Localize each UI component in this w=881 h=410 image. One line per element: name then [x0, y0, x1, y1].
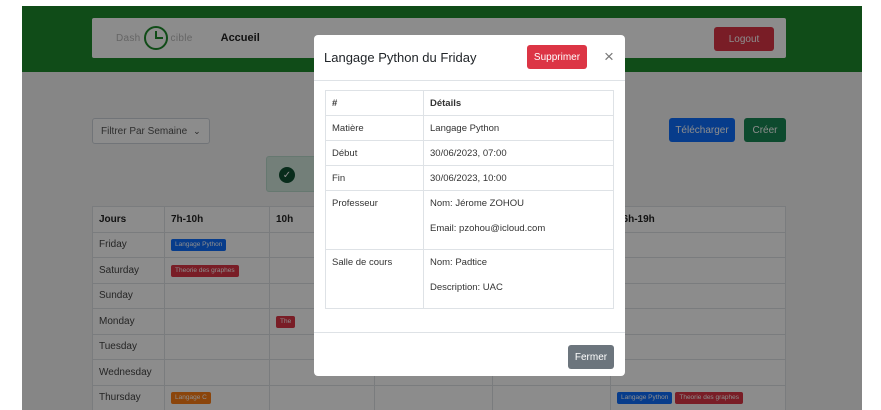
matiere-label: Matière: [325, 115, 424, 141]
details-row-debut: Début 30/06/2023, 07:00: [325, 140, 614, 166]
salle-value: Nom: Padtice Description: UAC: [423, 249, 614, 309]
modal-title: Langage Python du Friday: [324, 50, 477, 65]
debut-value: 30/06/2023, 07:00: [423, 140, 614, 166]
details-row-fin: Fin 30/06/2023, 10:00: [325, 165, 614, 191]
professeur-value: Nom: Jérome ZOHOU Email: pzohou@icloud.c…: [423, 190, 614, 250]
details-row-professeur: Professeur Nom: Jérome ZOHOU Email: pzoh…: [325, 190, 614, 250]
delete-button[interactable]: Supprimer: [527, 45, 587, 69]
professeur-label: Professeur: [325, 190, 424, 250]
matiere-value: Langage Python: [423, 115, 614, 141]
professeur-nom: Nom: Jérome ZOHOU: [430, 198, 524, 209]
course-details-modal: Langage Python du Friday Supprimer × # D…: [314, 35, 625, 376]
salle-nom: Nom: Padtice: [430, 257, 488, 268]
details-header-row: # Détails: [325, 90, 614, 116]
details-header-hash: #: [325, 90, 424, 116]
details-header-details: Détails: [423, 90, 614, 116]
modal-footer: Fermer: [314, 332, 625, 376]
modal-header: Langage Python du Friday Supprimer ×: [314, 35, 625, 81]
details-row-salle: Salle de cours Nom: Padtice Description:…: [325, 249, 614, 309]
professeur-email: Email: pzohou@icloud.com: [430, 223, 546, 234]
fin-value: 30/06/2023, 10:00: [423, 165, 614, 191]
close-icon[interactable]: ×: [600, 45, 618, 69]
salle-label: Salle de cours: [325, 249, 424, 309]
details-row-matiere: Matière Langage Python: [325, 115, 614, 141]
salle-description: Description: UAC: [430, 282, 503, 293]
fin-label: Fin: [325, 165, 424, 191]
page: Dash cible Accueil Logout Filtrer Par Se…: [22, 6, 862, 410]
details-table: # Détails Matière Langage Python Début 3…: [325, 90, 614, 309]
debut-label: Début: [325, 140, 424, 166]
close-button[interactable]: Fermer: [568, 345, 614, 369]
